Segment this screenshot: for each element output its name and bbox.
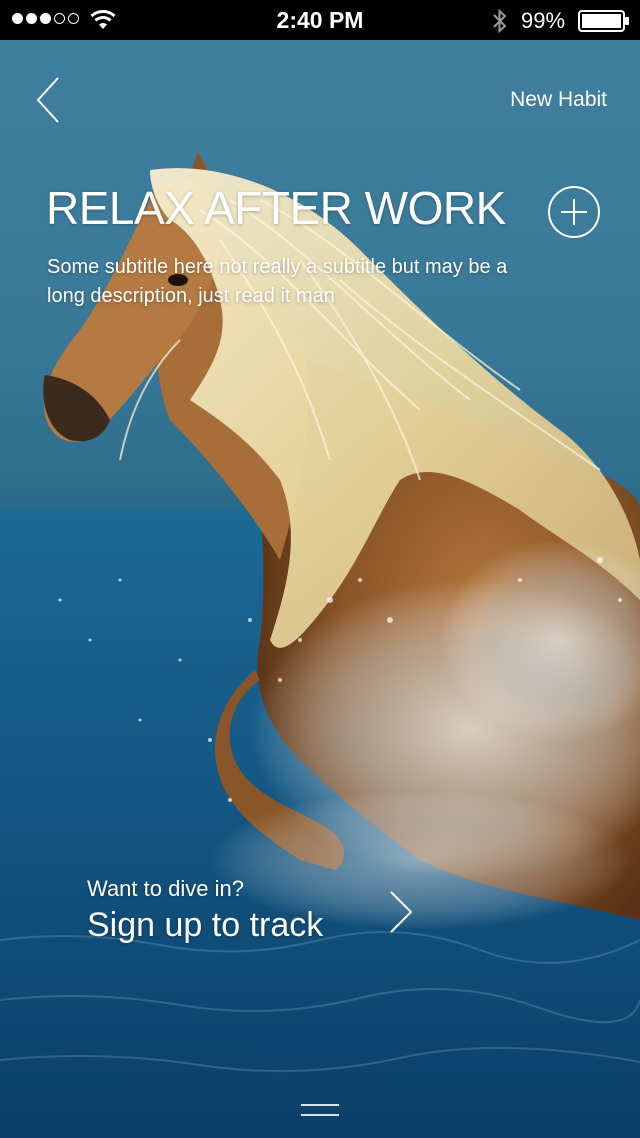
- habit-screen: 2:40 PM 99% New Habit RELAX AFTER WORK S…: [0, 0, 640, 1138]
- habit-subtitle: Some subtitle here not really a subtitle…: [47, 256, 508, 307]
- add-habit-button[interactable]: [547, 185, 601, 239]
- bluetooth-icon: [493, 8, 507, 34]
- signup-cta[interactable]: Want to dive in? Sign up to track: [87, 872, 427, 952]
- chevron-left-icon: [36, 77, 59, 123]
- battery-icon: [578, 10, 629, 32]
- cta-signup-label: Sign up to track: [87, 906, 324, 944]
- cta-question: Want to dive in?: [87, 876, 244, 901]
- habit-title: RELAX AFTER WORK: [46, 182, 506, 234]
- plus-circle-icon: [548, 186, 600, 238]
- back-button[interactable]: [30, 76, 66, 124]
- new-habit-link[interactable]: New Habit: [510, 88, 607, 112]
- battery-percent: 99%: [521, 8, 566, 33]
- chevron-right-icon: [390, 891, 413, 933]
- status-bar: 2:40 PM 99%: [0, 0, 640, 40]
- menu-handle-icon[interactable]: [301, 1104, 339, 1120]
